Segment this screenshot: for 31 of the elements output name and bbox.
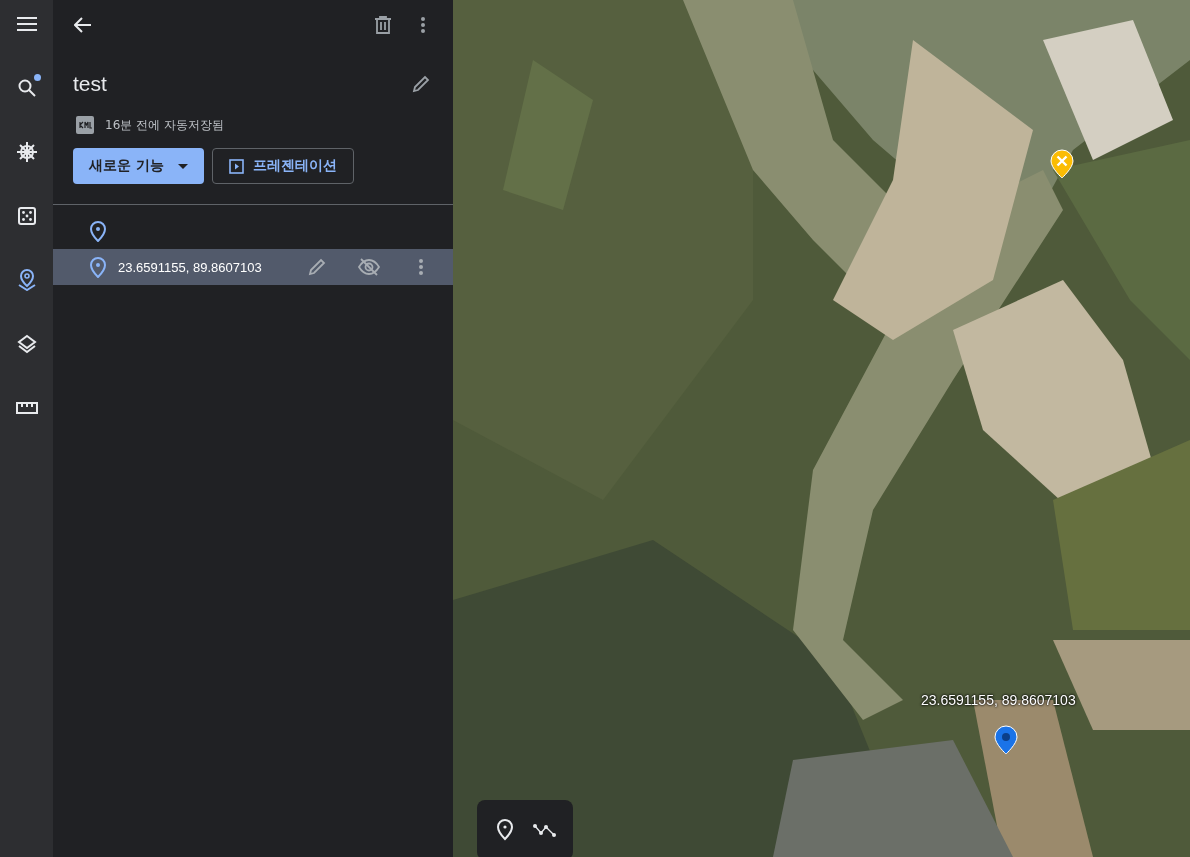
back-arrow-icon	[74, 17, 92, 33]
pencil-icon	[308, 258, 326, 276]
close-pin-icon	[1050, 149, 1074, 179]
placemark-label: 23.6591155, 89.8607103	[921, 692, 1076, 708]
ruler-icon	[15, 402, 38, 414]
feature-name: 23.6591155, 89.8607103	[118, 259, 262, 275]
kml-file-icon	[76, 116, 94, 134]
path-icon	[533, 823, 557, 837]
trash-icon	[375, 16, 391, 34]
caret-icon	[177, 163, 188, 169]
menu-icon	[16, 17, 37, 31]
eye-off-icon	[358, 258, 380, 276]
pencil-icon	[412, 75, 430, 93]
feature-row[interactable]: 23.6591155, 89.8607103	[53, 249, 453, 285]
presentation-button[interactable]: 프레젠테이션	[211, 148, 354, 184]
new-feature-button[interactable]: 새로운 기능	[73, 148, 204, 184]
notification-dot	[33, 74, 41, 81]
search-icon	[17, 79, 36, 97]
dice-icon	[17, 207, 36, 225]
play-icon	[228, 158, 244, 174]
placemark-pin-icon	[994, 725, 1018, 755]
ship-wheel-icon	[15, 141, 38, 163]
placemark-icon	[90, 220, 106, 242]
placemark-icon	[90, 256, 106, 278]
autosave-status: 16분 전에 자동저장됨	[105, 116, 224, 134]
project-title: test	[73, 72, 108, 96]
more-icon	[419, 259, 423, 275]
more-icon	[421, 17, 425, 33]
layers-icon	[16, 334, 37, 354]
placemark-icon	[16, 269, 37, 291]
placemark-icon	[497, 819, 513, 841]
